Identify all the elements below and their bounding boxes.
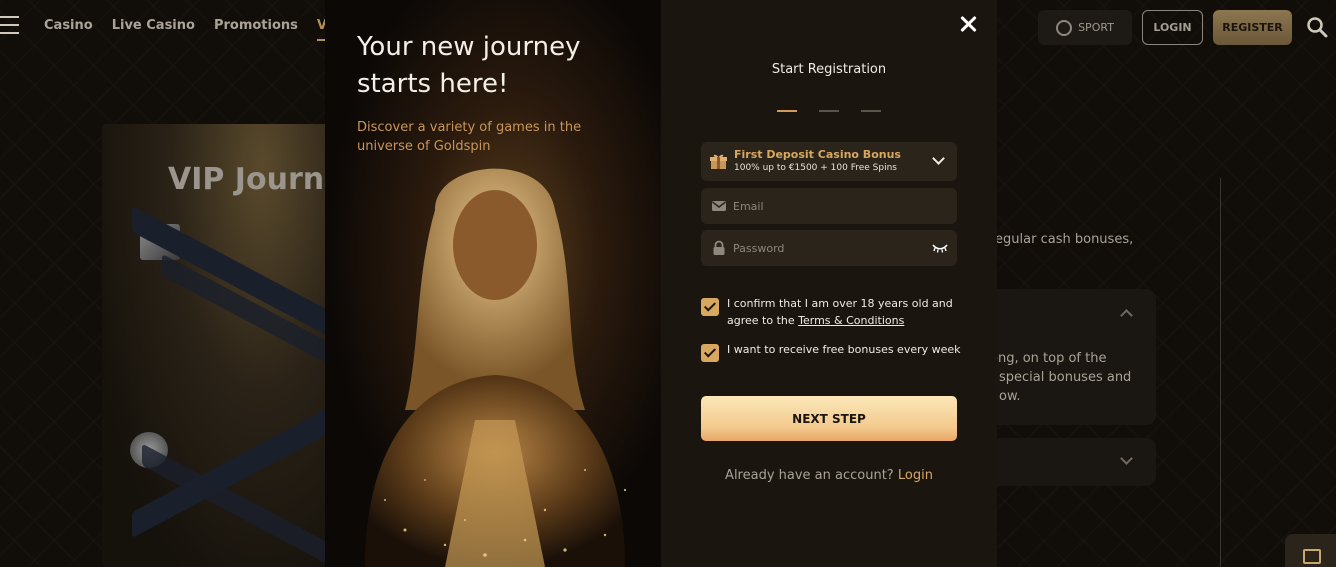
sport-button[interactable]: SPORT xyxy=(1038,10,1132,45)
search-icon[interactable] xyxy=(1306,16,1328,38)
password-field xyxy=(701,230,957,266)
vip-journey-title: VIP Journe xyxy=(168,162,330,197)
hero-woman-image xyxy=(365,168,627,567)
bonus-select[interactable]: First Deposit Casino Bonus 100% up to €1… xyxy=(701,142,957,181)
gift-icon xyxy=(710,154,727,169)
divider xyxy=(1220,178,1221,567)
faq-text-line: ow. xyxy=(999,389,1021,404)
nav-item-promotions[interactable]: Promotions xyxy=(214,18,298,33)
lock-icon xyxy=(713,240,725,255)
step-indicator xyxy=(777,110,881,112)
chevron-up-icon[interactable] xyxy=(1120,309,1133,322)
chevron-down-icon[interactable] xyxy=(1120,452,1133,465)
envelope-icon xyxy=(712,201,726,211)
bonus-subtitle: 100% up to €1500 + 100 Free Spins xyxy=(734,163,897,173)
bonus-title: First Deposit Casino Bonus xyxy=(734,148,901,161)
main-nav: Casino Live Casino Promotions VIP xyxy=(44,18,342,41)
vip-text-snippet: regular cash bonuses, xyxy=(990,232,1134,247)
registration-hero-panel: Your new journey starts here! Discover a… xyxy=(325,0,661,567)
email-input[interactable] xyxy=(733,188,933,224)
step-3-indicator xyxy=(861,110,881,112)
age-confirm-label: I confirm that I am over 18 years old an… xyxy=(727,295,967,329)
faq-text-line: ong, on top of the xyxy=(990,351,1107,366)
age-confirm-checkbox[interactable] xyxy=(701,298,719,316)
nav-item-live-casino[interactable]: Live Casino xyxy=(112,18,195,33)
login-button[interactable]: LOGIN xyxy=(1142,10,1203,45)
faq-text-line: special bonuses and xyxy=(999,370,1132,385)
login-prompt: Already have an account? Login xyxy=(661,468,997,483)
faq-panel-open[interactable]: ong, on top of the special bonuses and o… xyxy=(980,289,1156,425)
menu-icon[interactable] xyxy=(0,16,20,36)
bonus-optin-checkbox[interactable] xyxy=(701,344,719,362)
nav-item-casino[interactable]: Casino xyxy=(44,18,93,33)
vip-journey-card: VIP Journe xyxy=(102,124,330,567)
terms-link[interactable]: Terms & Conditions xyxy=(798,314,904,327)
next-step-button[interactable]: NEXT STEP xyxy=(701,396,957,441)
step-1-indicator xyxy=(777,110,797,112)
registration-form-panel: Start Registration First Deposit Casino … xyxy=(661,0,997,567)
step-2-indicator xyxy=(819,110,839,112)
password-input[interactable] xyxy=(733,230,933,266)
hero-subtitle: Discover a variety of games in the unive… xyxy=(357,120,582,154)
chevron-down-icon[interactable] xyxy=(932,152,945,165)
faq-panel-closed[interactable] xyxy=(980,438,1156,486)
soccer-ball-icon xyxy=(1056,19,1073,36)
close-icon[interactable] xyxy=(958,14,978,34)
chat-button[interactable] xyxy=(1285,534,1336,567)
eye-closed-icon[interactable] xyxy=(932,242,948,254)
hero-headline: Your new journey starts here! xyxy=(357,32,581,99)
register-button[interactable]: REGISTER xyxy=(1213,10,1292,45)
bonus-optin-label: I want to receive free bonuses every wee… xyxy=(727,343,961,356)
login-prompt-text: Already have an account? xyxy=(725,468,894,483)
sport-label: SPORT xyxy=(1078,21,1114,34)
login-link[interactable]: Login xyxy=(898,468,933,483)
email-field xyxy=(701,188,957,224)
registration-title: Start Registration xyxy=(771,62,887,77)
